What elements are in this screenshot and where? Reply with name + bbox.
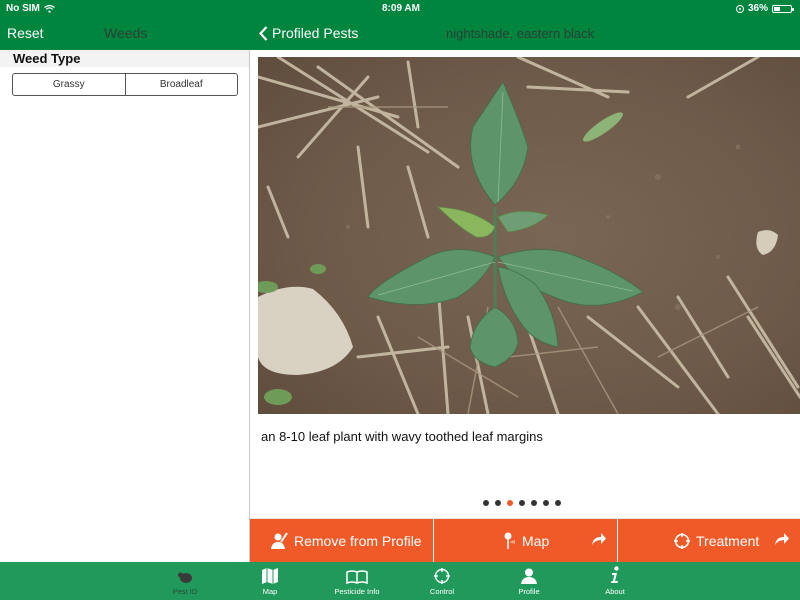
- remove-person-icon: [271, 531, 288, 549]
- page-dot[interactable]: [543, 500, 549, 506]
- page-title: nightshade, eastern black: [446, 26, 595, 41]
- status-carrier: No SIM: [6, 3, 55, 14]
- page-dot[interactable]: [495, 500, 501, 506]
- share-arrow-icon[interactable]: [774, 532, 790, 546]
- status-time: 8:09 AM: [382, 3, 420, 14]
- remove-label: Remove from Profile: [294, 532, 422, 549]
- tab-label: Map: [262, 587, 278, 596]
- left-pane-title: Weeds: [104, 25, 148, 41]
- crosshair-icon: [674, 532, 690, 549]
- tab-label: About: [605, 587, 625, 596]
- pest-photo[interactable]: [258, 57, 800, 414]
- remove-from-profile-button[interactable]: Remove from Profile: [250, 519, 433, 562]
- map-label: Map: [522, 532, 550, 549]
- tab-label: Pest ID: [172, 587, 198, 596]
- share-arrow-icon[interactable]: [591, 532, 607, 546]
- map-icon: [262, 568, 278, 584]
- treatment-label: Treatment: [696, 532, 760, 549]
- book-icon: [346, 570, 368, 584]
- tab-pesticide-info[interactable]: Pesticide Info: [312, 562, 402, 600]
- wifi-icon: [44, 4, 55, 13]
- tab-bar: Pest ID Map Pesticide Info Control Profi…: [0, 562, 800, 600]
- back-label: Profiled Pests: [272, 25, 359, 41]
- status-battery: 36%: [735, 3, 794, 14]
- battery-percent: 36%: [747, 3, 768, 14]
- person-icon: [521, 568, 537, 584]
- crosshair-icon: [434, 568, 450, 584]
- page-dot[interactable]: [483, 500, 489, 506]
- map-pin-icon: [504, 532, 515, 549]
- navigation-bar: No SIM 8:09 AM 36% Reset Weeds Profiled …: [0, 0, 800, 50]
- tab-map[interactable]: Map: [225, 562, 315, 600]
- chevron-left-icon: [259, 25, 268, 41]
- back-button[interactable]: Profiled Pests: [259, 25, 358, 41]
- page-dot-active[interactable]: [507, 500, 513, 506]
- battery-icon: [772, 4, 794, 13]
- tab-pest-id[interactable]: Pest ID: [140, 562, 230, 600]
- reset-button[interactable]: Reset: [7, 25, 44, 41]
- carrier-label: No SIM: [6, 3, 40, 14]
- detail-pane: an 8-10 leaf plant with wavy toothed lea…: [251, 50, 800, 518]
- page-dot[interactable]: [531, 500, 537, 506]
- tab-profile[interactable]: Profile: [484, 562, 574, 600]
- section-header-weed-type: Weed Type: [0, 50, 249, 67]
- info-icon: [611, 566, 619, 583]
- segment-broadleaf[interactable]: Broadleaf: [124, 74, 238, 95]
- page-dot[interactable]: [555, 500, 561, 506]
- map-button[interactable]: Map: [433, 519, 617, 562]
- tab-control[interactable]: Control: [397, 562, 487, 600]
- tab-label: Pesticide Info: [334, 587, 380, 596]
- segment-grassy[interactable]: Grassy: [13, 74, 125, 95]
- filter-pane: Weed Type Grassy Broadleaf: [0, 50, 250, 562]
- action-bar: Remove from Profile Map Treatment: [250, 518, 800, 562]
- page-indicator[interactable]: [483, 500, 561, 506]
- tab-label: Profile: [518, 587, 540, 596]
- tab-label: Control: [429, 587, 455, 596]
- treatment-button[interactable]: Treatment: [617, 519, 800, 562]
- location-icon: [735, 4, 744, 13]
- app: No SIM 8:09 AM 36% Reset Weeds Profiled …: [0, 0, 800, 600]
- photo-caption: an 8-10 leaf plant with wavy toothed lea…: [261, 429, 543, 444]
- plant-photo-illustration: [258, 57, 800, 414]
- tab-about[interactable]: About: [570, 562, 660, 600]
- bug-icon: [178, 572, 192, 583]
- weed-type-segmented-control: Grassy Broadleaf: [12, 73, 238, 96]
- page-dot[interactable]: [519, 500, 525, 506]
